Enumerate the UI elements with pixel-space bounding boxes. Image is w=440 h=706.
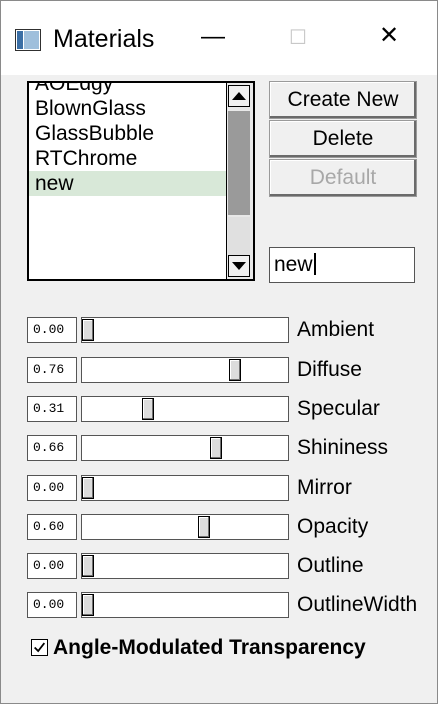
angle-modulated-label: Angle-Modulated Transparency [53, 636, 366, 659]
slider-row: 0.60 Opacity [27, 514, 427, 540]
slider-value-field[interactable]: 0.00 [27, 475, 77, 501]
slider-label: Diffuse [297, 358, 362, 381]
slider-label: OutlineWidth [297, 593, 418, 616]
title-bar[interactable]: Materials — ☐ ✕ [1, 1, 437, 75]
window-title: Materials [53, 25, 155, 53]
scroll-up-button[interactable] [228, 85, 250, 107]
slider-row: 0.00 Outline [27, 553, 427, 579]
slider-row: 0.76 Diffuse [27, 357, 427, 383]
triangle-down-icon [232, 262, 246, 270]
close-button[interactable]: ✕ [379, 21, 399, 50]
materials-listbox[interactable]: AOEdgy BlownGlass GlassBubble RTChrome new [27, 81, 255, 281]
slider-row: 0.00 Mirror [27, 475, 427, 501]
slider-thumb[interactable] [82, 594, 94, 616]
materials-window: Materials — ☐ ✕ AOEdgy BlownGlass GlassBub… [0, 0, 438, 704]
text-caret [313, 253, 316, 275]
triangle-up-icon [232, 92, 246, 100]
angle-modulated-checkbox[interactable] [31, 639, 48, 656]
slider-track[interactable] [81, 357, 289, 383]
slider-row: 0.66 Shininess [27, 435, 427, 461]
slider-row: 0.00 OutlineWidth [27, 592, 427, 618]
create-new-button[interactable]: Create New [269, 81, 417, 119]
slider-thumb[interactable] [198, 516, 210, 538]
slider-value-field[interactable]: 0.31 [27, 396, 77, 422]
slider-track[interactable] [81, 475, 289, 501]
slider-track[interactable] [81, 317, 289, 343]
maximize-button[interactable]: ☐ [289, 25, 307, 50]
app-window-icon [15, 29, 41, 51]
scroll-down-button[interactable] [228, 255, 250, 277]
slider-label: Opacity [297, 515, 369, 538]
list-item[interactable]: GlassBubble [29, 121, 227, 146]
materials-list-items: AOEdgy BlownGlass GlassBubble RTChrome new [29, 83, 227, 196]
slider-track[interactable] [81, 553, 289, 579]
slider-label: Ambient [297, 318, 375, 341]
slider-row: 0.00 Ambient [27, 317, 427, 343]
list-item[interactable]: AOEdgy [29, 83, 227, 96]
slider-value-field[interactable]: 0.00 [27, 592, 77, 618]
slider-thumb[interactable] [142, 398, 154, 420]
slider-label: Shininess [297, 436, 389, 459]
scroll-track[interactable] [228, 217, 250, 255]
list-scrollbar[interactable] [226, 83, 253, 279]
slider-thumb[interactable] [82, 319, 94, 341]
scroll-thumb[interactable] [228, 111, 250, 215]
material-name-input[interactable]: new [269, 247, 415, 283]
slider-thumb[interactable] [229, 359, 241, 381]
slider-label: Mirror [297, 476, 352, 499]
slider-thumb[interactable] [210, 437, 222, 459]
slider-track[interactable] [81, 396, 289, 422]
slider-value-field[interactable]: 0.00 [27, 317, 77, 343]
material-name-value: new [274, 253, 313, 276]
list-item[interactable]: RTChrome [29, 146, 227, 171]
slider-value-field[interactable]: 0.76 [27, 357, 77, 383]
slider-track[interactable] [81, 592, 289, 618]
list-item[interactable]: new [29, 171, 227, 196]
slider-row: 0.31 Specular [27, 396, 427, 422]
slider-track[interactable] [81, 514, 289, 540]
slider-value-field[interactable]: 0.60 [27, 514, 77, 540]
default-button[interactable]: Default [269, 159, 417, 197]
delete-button[interactable]: Delete [269, 120, 417, 158]
list-item[interactable]: BlownGlass [29, 96, 227, 121]
slider-value-field[interactable]: 0.66 [27, 435, 77, 461]
slider-value-field[interactable]: 0.00 [27, 553, 77, 579]
slider-label: Outline [297, 554, 364, 577]
slider-thumb[interactable] [82, 477, 94, 499]
slider-thumb[interactable] [82, 555, 94, 577]
slider-label: Specular [297, 397, 380, 420]
minimize-button[interactable]: — [201, 23, 225, 51]
slider-track[interactable] [81, 435, 289, 461]
